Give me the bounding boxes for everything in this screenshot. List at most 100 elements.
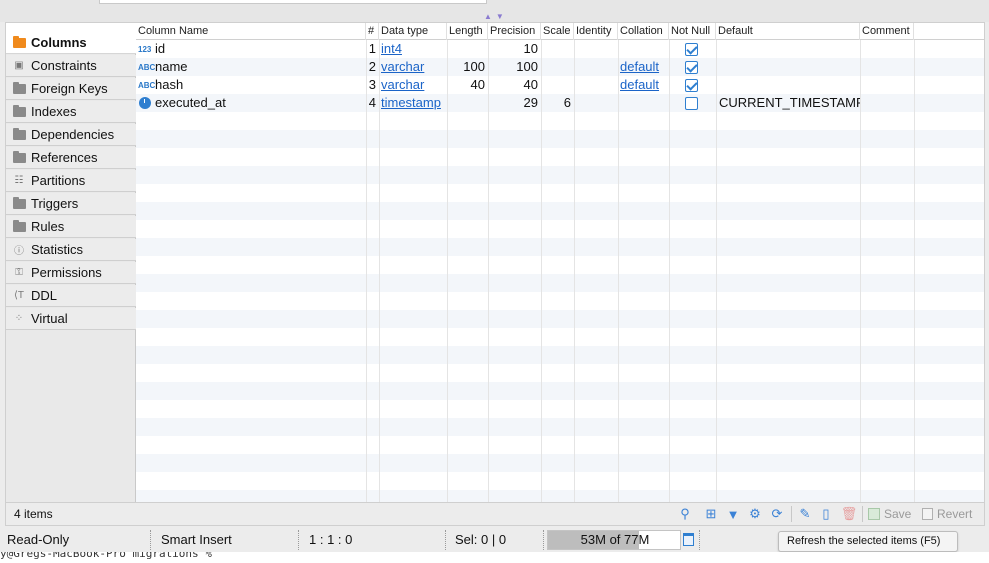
filter-icon[interactable]: ▼ — [726, 506, 740, 522]
cell-data-type[interactable]: varchar — [379, 58, 447, 76]
cell-scale[interactable] — [541, 76, 574, 94]
tab-foreign-keys[interactable]: Foreign Keys — [6, 78, 136, 100]
refresh-icon[interactable]: ⟳ — [769, 506, 785, 522]
header-scale[interactable]: Scale — [541, 23, 574, 40]
cell-not-null[interactable] — [669, 94, 716, 112]
cell-name[interactable]: ABChash — [136, 76, 366, 94]
not-null-checkbox[interactable] — [685, 43, 698, 56]
tab-partitions[interactable]: ☷ Partitions — [6, 170, 136, 192]
not-null-checkbox[interactable] — [685, 97, 698, 110]
table-row[interactable]: ABCname 2 varchar 100 100 default — [136, 58, 984, 76]
tab-statistics[interactable]: ⓘ Statistics — [6, 239, 136, 261]
save-button[interactable]: Save — [868, 507, 911, 521]
tab-label: Foreign Keys — [31, 81, 108, 96]
cell-collation[interactable] — [618, 40, 669, 58]
cell-default[interactable] — [716, 58, 860, 76]
header-default[interactable]: Default — [716, 23, 860, 40]
cell-default[interactable]: CURRENT_TIMESTAMP — [716, 94, 860, 112]
not-null-checkbox[interactable] — [685, 79, 698, 92]
tab-virtual[interactable]: ⁘ Virtual — [6, 308, 136, 330]
cell-default[interactable] — [716, 40, 860, 58]
cell-precision[interactable]: 100 — [488, 58, 541, 76]
top-input-field[interactable] — [99, 0, 487, 4]
cell-not-null[interactable] — [669, 40, 716, 58]
cell-collation[interactable] — [618, 94, 669, 112]
folder-icon — [12, 196, 26, 210]
cell-comment[interactable] — [860, 76, 914, 94]
tab-ddl[interactable]: ⟨T DDL — [6, 285, 136, 307]
header-length[interactable]: Length — [447, 23, 488, 40]
delete-icon[interactable]: 🗑 — [841, 506, 858, 522]
items-count: 4 items — [14, 507, 53, 521]
grid-header: Column Name # Data type Length Precision… — [136, 23, 984, 40]
tab-references[interactable]: References — [6, 147, 136, 169]
cell-comment[interactable] — [860, 94, 914, 112]
search-icon[interactable]: ⚲ — [678, 506, 692, 522]
status-divider — [699, 530, 700, 550]
table-row[interactable]: ABChash 3 varchar 40 40 default — [136, 76, 984, 94]
cell-name[interactable]: 123 id — [136, 40, 366, 58]
cell-comment[interactable] — [860, 58, 914, 76]
tab-permissions[interactable]: ⚿ Permissions — [6, 262, 136, 284]
insert-row-icon[interactable]: ▯ — [819, 506, 833, 522]
columns-icon — [12, 35, 26, 49]
cell-data-type[interactable]: varchar — [379, 76, 447, 94]
not-null-checkbox[interactable] — [685, 61, 698, 74]
header-precision[interactable]: Precision — [488, 23, 541, 40]
cell-num[interactable]: 1 — [366, 40, 379, 58]
cell-num[interactable]: 4 — [366, 94, 379, 112]
cell-length[interactable] — [447, 40, 488, 58]
cell-collation[interactable]: default — [618, 76, 669, 94]
cell-length[interactable]: 40 — [447, 76, 488, 94]
cell-identity[interactable] — [574, 40, 618, 58]
add-column-icon[interactable]: ⊞ — [703, 506, 719, 522]
cell-name[interactable]: ABCname — [136, 58, 366, 76]
tab-dependencies[interactable]: Dependencies — [6, 124, 136, 146]
edit-icon[interactable]: ✎ — [797, 506, 813, 522]
insert-mode-status[interactable]: Smart Insert — [161, 532, 232, 547]
cell-data-type[interactable]: int4 — [379, 40, 447, 58]
panel-resize-arrows-icon[interactable]: ▲▼ — [484, 12, 508, 21]
header-column-name[interactable]: Column Name — [136, 23, 366, 40]
cell-identity[interactable] — [574, 58, 618, 76]
header-not-null[interactable]: Not Null — [669, 23, 716, 40]
cell-collation[interactable]: default — [618, 58, 669, 76]
grid-column-divider — [716, 40, 717, 502]
header-identity[interactable]: Identity — [574, 23, 618, 40]
cell-num[interactable]: 3 — [366, 76, 379, 94]
cell-precision[interactable]: 29 — [488, 94, 541, 112]
tab-triggers[interactable]: Triggers — [6, 193, 136, 215]
cell-identity[interactable] — [574, 94, 618, 112]
revert-button[interactable]: Revert — [922, 507, 972, 521]
cell-default[interactable] — [716, 76, 860, 94]
tab-columns[interactable]: Columns — [6, 32, 136, 54]
cell-identity[interactable] — [574, 76, 618, 94]
header-comment[interactable]: Comment — [860, 23, 914, 40]
tab-indexes[interactable]: Indexes — [6, 101, 136, 123]
cell-num[interactable]: 2 — [366, 58, 379, 76]
cell-length[interactable] — [447, 94, 488, 112]
garbage-collect-icon[interactable] — [683, 533, 694, 546]
cell-length[interactable]: 100 — [447, 58, 488, 76]
gear-icon[interactable]: ⚙ — [747, 506, 763, 522]
cell-scale[interactable] — [541, 40, 574, 58]
table-row[interactable]: 123 id 1 int4 10 — [136, 40, 984, 58]
cell-not-null[interactable] — [669, 76, 716, 94]
header-num[interactable]: # — [366, 23, 379, 40]
header-data-type[interactable]: Data type — [379, 23, 447, 40]
cell-comment[interactable] — [860, 40, 914, 58]
cell-precision[interactable]: 40 — [488, 76, 541, 94]
tab-label: Virtual — [31, 311, 68, 326]
tab-constraints[interactable]: ▣ Constraints — [6, 55, 136, 77]
cell-scale[interactable]: 6 — [541, 94, 574, 112]
header-collation[interactable]: Collation — [618, 23, 669, 40]
tab-label: Triggers — [31, 196, 79, 211]
tab-rules[interactable]: Rules — [6, 216, 136, 238]
cell-name[interactable]: executed_at — [136, 94, 366, 112]
table-row[interactable]: executed_at 4 timestamp 29 6 CURRENT_TIMESTAM… — [136, 94, 984, 112]
cell-scale[interactable] — [541, 58, 574, 76]
cell-data-type[interactable]: timestamp — [379, 94, 447, 112]
cell-precision[interactable]: 10 — [488, 40, 541, 58]
cell-not-null[interactable] — [669, 58, 716, 76]
table-row — [136, 436, 984, 454]
